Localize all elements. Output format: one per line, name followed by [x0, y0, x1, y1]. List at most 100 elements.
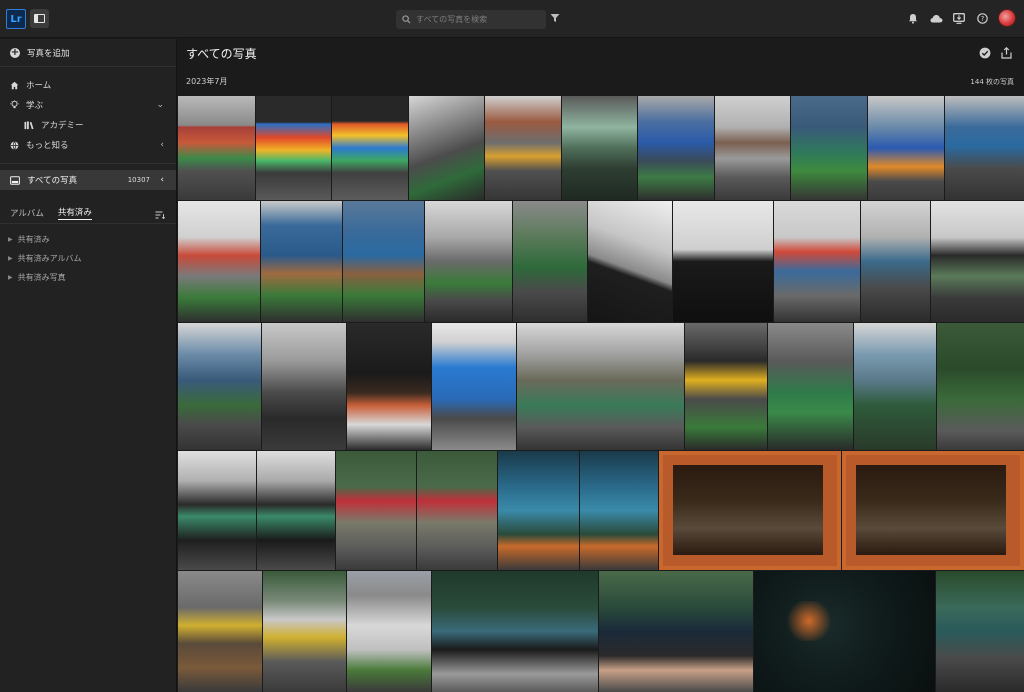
sidebar-item-academy[interactable]: アカデミー — [0, 115, 176, 135]
expand-arrow-icon[interactable]: ▶ — [8, 236, 13, 243]
shared-item-label: 共有済み — [17, 235, 50, 244]
photo-thumbnail[interactable] — [347, 323, 431, 450]
photo-thumbnail[interactable] — [562, 96, 637, 200]
sidebar-item-home[interactable]: ホーム — [0, 75, 176, 95]
chevron-left-icon[interactable]: ‹ — [160, 175, 164, 185]
photo-thumbnail[interactable] — [432, 571, 598, 692]
photo-thumbnail[interactable] — [842, 451, 1024, 570]
photo-grid — [178, 96, 1024, 692]
photo-thumbnail[interactable] — [868, 96, 944, 200]
photo-thumbnail[interactable] — [768, 323, 853, 450]
photo-total-count: 10307 — [127, 176, 150, 184]
date-group-label: 2023年7月 — [186, 77, 228, 86]
photo-thumbnail[interactable] — [485, 96, 561, 200]
photo-thumbnail[interactable] — [178, 571, 262, 692]
photo-thumbnail[interactable] — [754, 571, 935, 692]
shared-item-label: 共有済み写真 — [17, 273, 66, 282]
photo-thumbnail[interactable] — [409, 96, 484, 200]
top-bar: Lr ? — [0, 0, 1024, 38]
photo-thumbnail[interactable] — [588, 201, 672, 322]
avatar[interactable] — [998, 9, 1016, 27]
photo-thumbnail[interactable] — [263, 571, 346, 692]
bell-icon[interactable] — [906, 11, 920, 25]
shared-item[interactable]: ▶ 共有済みアルバム — [0, 249, 176, 268]
photo-thumbnail[interactable] — [178, 451, 256, 570]
photo-thumbnail[interactable] — [931, 201, 1024, 322]
select-check-icon[interactable] — [979, 47, 991, 59]
sidebar-item-label: ホーム — [26, 81, 52, 91]
lightbulb-icon — [10, 100, 19, 109]
shared-item[interactable]: ▶ 共有済み — [0, 230, 176, 249]
photo-thumbnail[interactable] — [580, 451, 658, 570]
whats-new-icon[interactable] — [952, 11, 966, 25]
add-photo-button[interactable]: + 写真を追加 — [0, 39, 176, 67]
sidebar-item-all-photos[interactable]: すべての写真 10307 ‹ — [0, 170, 176, 190]
photo-thumbnail[interactable] — [854, 323, 936, 450]
shared-item-label: 共有済みアルバム — [17, 254, 82, 263]
plus-icon: + — [10, 46, 20, 58]
add-photo-label: 写真を追加 — [27, 48, 70, 59]
photo-thumbnail[interactable] — [791, 96, 867, 200]
photo-thumbnail[interactable] — [432, 323, 516, 450]
sidebar: + 写真を追加 ホーム 学ぶ ⌄ アカデミー もっと知る ‹ すべての写真 10… — [0, 39, 177, 692]
photo-thumbnail[interactable] — [673, 201, 773, 322]
help-icon[interactable]: ? — [975, 11, 989, 25]
photo-thumbnail[interactable] — [774, 201, 860, 322]
sidebar-toggle-icon — [34, 14, 45, 23]
photo-thumbnail[interactable] — [178, 96, 255, 200]
photo-thumbnail[interactable] — [425, 201, 512, 322]
search-icon — [402, 15, 411, 24]
photo-thumbnail[interactable] — [937, 323, 1024, 450]
toggle-panel-button[interactable] — [30, 9, 49, 28]
expand-arrow-icon[interactable]: ▶ — [8, 255, 13, 262]
search-box[interactable] — [396, 10, 546, 29]
photo-thumbnail[interactable] — [332, 96, 408, 200]
photo-thumbnail[interactable] — [638, 96, 714, 200]
photo-thumbnail[interactable] — [262, 323, 346, 450]
photo-thumbnail[interactable] — [517, 323, 684, 450]
photo-thumbnail[interactable] — [715, 96, 790, 200]
sidebar-item-label: すべての写真 — [27, 176, 78, 186]
sidebar-item-learn[interactable]: 学ぶ ⌄ — [0, 95, 176, 115]
photo-thumbnail[interactable] — [659, 451, 841, 570]
filter-icon[interactable] — [550, 13, 560, 23]
sidebar-item-label: 学ぶ — [26, 101, 44, 111]
chevron-down-icon[interactable]: ⌄ — [156, 100, 164, 110]
home-icon — [10, 81, 19, 89]
album-tabs: アルバム 共有済み — [0, 206, 176, 224]
photo-thumbnail[interactable] — [178, 323, 261, 450]
photo-thumbnail[interactable] — [513, 201, 587, 322]
search-input[interactable] — [416, 15, 536, 24]
photo-thumbnail[interactable] — [417, 451, 497, 570]
lightroom-logo[interactable]: Lr — [6, 9, 26, 29]
tab-shared[interactable]: 共有済み — [57, 206, 92, 220]
photo-thumbnail[interactable] — [936, 571, 1024, 692]
chevron-left-icon[interactable]: ‹ — [160, 140, 164, 150]
page-title: すべての写真 — [186, 47, 257, 61]
sidebar-item-discover[interactable]: もっと知る ‹ — [0, 135, 176, 155]
photo-thumbnail[interactable] — [343, 201, 424, 322]
sidebar-item-label: アカデミー — [41, 121, 84, 131]
svg-text:?: ? — [980, 15, 984, 23]
photo-thumbnail[interactable] — [256, 96, 331, 200]
photo-thumbnail[interactable] — [336, 451, 416, 570]
photo-thumbnail[interactable] — [257, 451, 335, 570]
photo-thumbnail[interactable] — [347, 571, 431, 692]
books-icon — [24, 120, 34, 129]
share-icon[interactable] — [1001, 47, 1012, 59]
photo-thumbnail[interactable] — [178, 201, 260, 322]
photo-thumbnail[interactable] — [685, 323, 767, 450]
photo-count: 144 枚の写真 — [970, 78, 1014, 86]
main-area: すべての写真 2023年7月 144 枚の写真 — [178, 39, 1024, 692]
cloud-icon[interactable] — [929, 11, 943, 25]
expand-arrow-icon[interactable]: ▶ — [8, 274, 13, 281]
sidebar-item-label: もっと知る — [26, 141, 69, 151]
photo-thumbnail[interactable] — [261, 201, 342, 322]
sort-icon[interactable] — [155, 211, 165, 219]
photo-thumbnail[interactable] — [861, 201, 930, 322]
tab-albums[interactable]: アルバム — [10, 207, 44, 220]
photo-thumbnail[interactable] — [945, 96, 1024, 200]
photo-thumbnail[interactable] — [599, 571, 753, 692]
photo-thumbnail[interactable] — [498, 451, 579, 570]
shared-item[interactable]: ▶ 共有済み写真 — [0, 268, 176, 287]
